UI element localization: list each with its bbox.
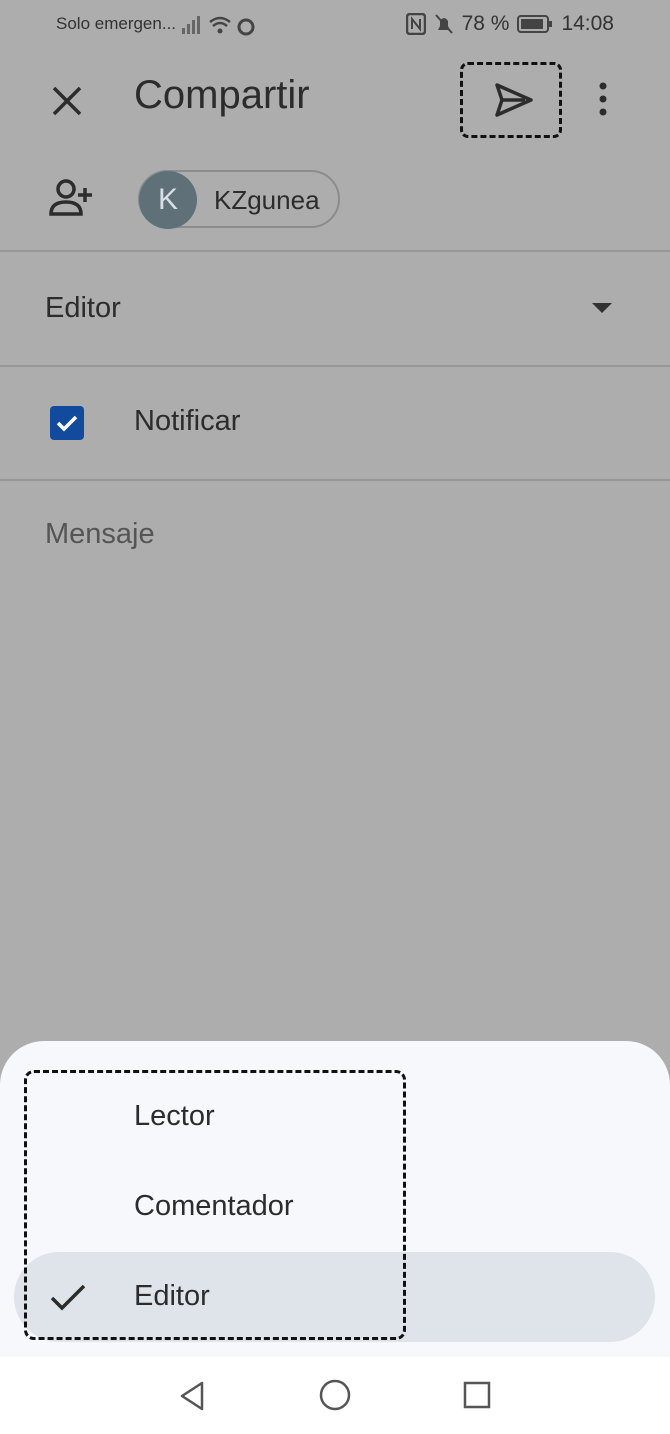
- back-icon[interactable]: [176, 1380, 208, 1412]
- notify-label: Notificar: [134, 405, 241, 437]
- bell-off-icon: [434, 14, 453, 34]
- send-icon: [495, 83, 533, 117]
- checkmark-icon: [56, 415, 78, 432]
- role-dropdown-value: Editor: [45, 292, 121, 324]
- recent-apps-icon[interactable]: [462, 1380, 492, 1410]
- add-person-icon[interactable]: [48, 178, 94, 218]
- signal-wifi-icons: [182, 16, 255, 36]
- carrier-text: Solo emergen...: [56, 14, 177, 33]
- avatar: K: [139, 171, 197, 229]
- more-options-icon[interactable]: [588, 78, 618, 120]
- dropdown-arrow-icon: [592, 303, 612, 313]
- nfc-icon: [405, 13, 426, 35]
- notify-checkbox[interactable]: [50, 406, 84, 440]
- home-icon[interactable]: [318, 1378, 352, 1412]
- battery-text: 78 %: [461, 12, 510, 35]
- status-right: 78 % 14:08: [405, 12, 614, 36]
- recipient-name: KZgunea: [214, 185, 320, 215]
- clock-text: 14:08: [561, 12, 614, 35]
- role-dropdown[interactable]: Editor: [0, 252, 670, 365]
- send-button[interactable]: [460, 62, 562, 138]
- divider: [0, 365, 670, 367]
- battery-icon: [517, 15, 553, 33]
- message-input[interactable]: Mensaje: [45, 518, 155, 551]
- menu-highlight-frame: [24, 1070, 406, 1340]
- status-bar: Solo emergen... 78 % 14:08: [0, 0, 670, 52]
- close-icon[interactable]: [46, 80, 88, 122]
- recipient-chip[interactable]: K KZgunea: [138, 170, 340, 229]
- divider: [0, 479, 670, 481]
- page-title: Compartir: [134, 73, 310, 117]
